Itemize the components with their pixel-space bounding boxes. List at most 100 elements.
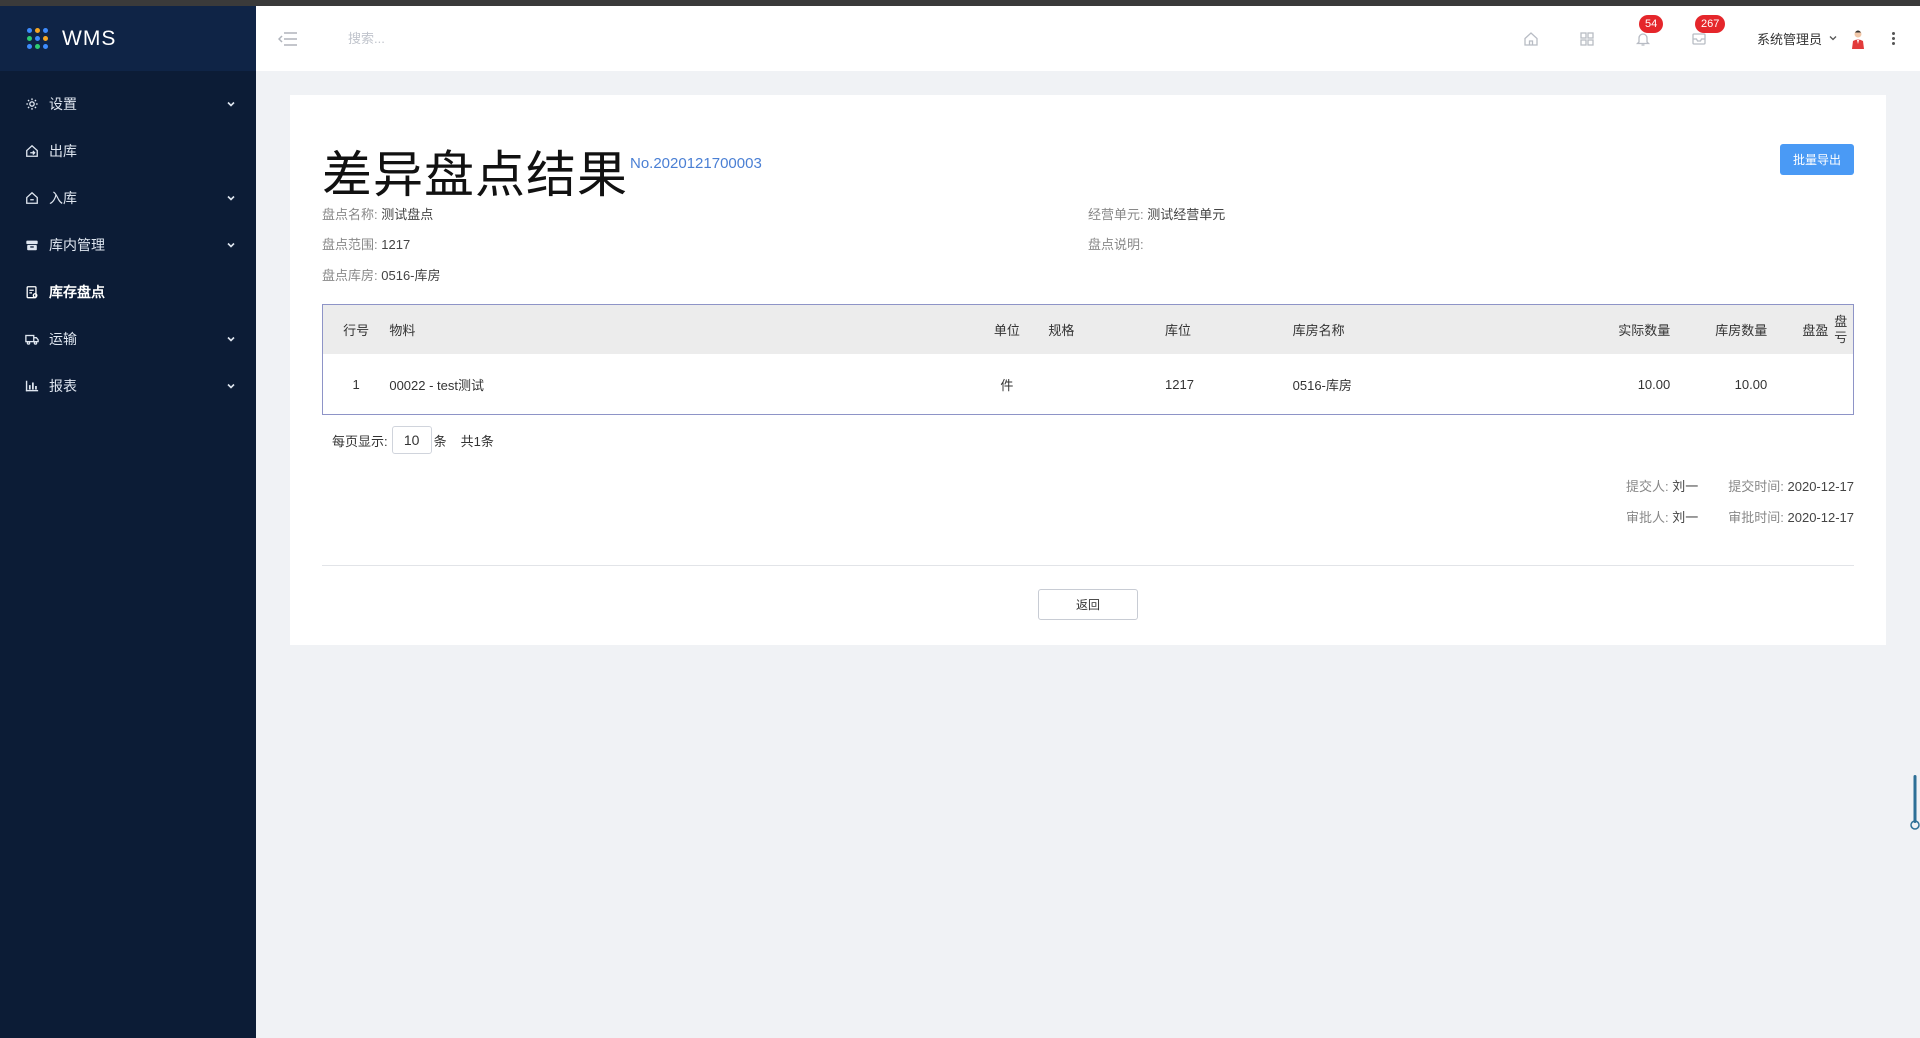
approve-info: 审批人: 刘一 审批时间: 2020-12-17 xyxy=(1596,507,1854,526)
sidebar-item-label: 报表 xyxy=(49,377,77,394)
col-header-location: 库位 xyxy=(1165,323,1192,338)
search-input[interactable] xyxy=(348,31,648,46)
chevron-down-icon xyxy=(226,96,236,112)
info-value: 测试经营单元 xyxy=(1147,207,1226,222)
page-size-unit: 条 xyxy=(433,433,447,449)
sidebar-item-stocktaking[interactable]: 库存盘点 xyxy=(0,268,256,315)
user-name: 系统管理员 xyxy=(1756,32,1822,47)
cell-material: 00022 - test测试 xyxy=(389,377,485,393)
approver: 审批人: 刘一 xyxy=(1626,507,1698,526)
message-icon[interactable]: 267 xyxy=(1689,14,1726,49)
page-size-input[interactable] xyxy=(391,426,432,454)
message-badge: 267 xyxy=(1694,14,1726,33)
divider xyxy=(322,565,1854,566)
cell-no: 1 xyxy=(352,376,360,392)
submit-info: 提交人: 刘一 提交时间: 2020-12-17 xyxy=(1596,476,1854,495)
truck-icon xyxy=(25,332,39,346)
meta-label: 审批时间: xyxy=(1728,510,1784,525)
sidebar-item-label: 出库 xyxy=(49,142,77,159)
user-menu[interactable]: 系统管理员 xyxy=(1757,29,1838,48)
avatar[interactable] xyxy=(1848,27,1868,51)
scroll-handle[interactable] xyxy=(1910,775,1920,830)
notification-badge: 54 xyxy=(1638,14,1664,33)
sidebar-item-inventory-management[interactable]: 库内管理 xyxy=(0,221,256,268)
info-label: 经营单元: xyxy=(1088,207,1144,222)
more-vertical-icon[interactable] xyxy=(1888,32,1898,45)
meta-value: 2020-12-17 xyxy=(1787,479,1855,494)
info-business-unit: 经营单元: 测试经营单元 xyxy=(1088,204,1225,223)
info-stocktaking-name: 盘点名称: 测试盘点 xyxy=(322,204,433,223)
sidebar-item-label: 入库 xyxy=(49,189,77,206)
total-count: 共1条 xyxy=(460,433,494,449)
cell-stock-qty: 10.00 xyxy=(1734,376,1768,392)
batch-export-button[interactable]: 批量导出 xyxy=(1780,144,1854,175)
sidebar-item-reports[interactable]: 报表 xyxy=(0,362,256,409)
col-header-actual-qty: 实际数量 xyxy=(1618,323,1671,338)
cell-unit: 件 xyxy=(1000,377,1014,393)
col-header-unit: 单位 xyxy=(993,323,1020,338)
stocktaking-result-card: 差异盘点结果 No.2020121700003 批量导出 盘点名称: 测试盘点 … xyxy=(290,95,1886,645)
chevron-down-icon xyxy=(226,378,236,394)
cell-profit xyxy=(1767,354,1828,414)
page-title: 差异盘点结果 xyxy=(322,147,628,203)
col-header-stock-qty: 库房数量 xyxy=(1715,323,1768,338)
col-header-loss: 盘亏 xyxy=(1834,313,1848,345)
chevron-down-icon xyxy=(226,237,236,253)
info-label: 盘点说明: xyxy=(1088,237,1144,252)
approve-time: 审批时间: 2020-12-17 xyxy=(1728,507,1854,526)
home-out-icon xyxy=(25,144,39,158)
page-size-label: 每页显示: xyxy=(332,433,388,449)
meta-label: 审批人: xyxy=(1625,510,1669,525)
cell-actual-qty: 10.00 xyxy=(1637,376,1671,392)
box-icon xyxy=(25,238,39,252)
cell-location: 1217 xyxy=(1165,376,1194,392)
sidebar-item-label: 运输 xyxy=(49,330,77,347)
chevron-down-icon xyxy=(1828,31,1838,46)
chevron-down-icon xyxy=(226,331,236,347)
meta-value: 刘一 xyxy=(1672,510,1699,525)
cell-loss xyxy=(1828,354,1853,414)
col-header-warehouse: 库房名称 xyxy=(1292,323,1345,338)
gear-icon xyxy=(25,97,39,111)
top-header: 54 267 系统管理员 xyxy=(256,6,1920,71)
table-header-row: 行号 物料 单位 规格 库位 库房名称 实际数量 库房数量 盘盈 盘亏 xyxy=(323,305,1853,354)
meta-label: 提交时间: xyxy=(1728,479,1784,494)
sidebar-item-label: 库存盘点 xyxy=(49,283,105,300)
bar-chart-icon xyxy=(25,379,39,393)
sidebar-item-outbound[interactable]: 出库 xyxy=(0,127,256,174)
sidebar-item-settings[interactable]: 设置 xyxy=(0,80,256,127)
col-header-spec: 规格 xyxy=(1048,323,1075,338)
info-value: 1217 xyxy=(381,237,411,252)
home-icon[interactable] xyxy=(1521,29,1541,49)
sidebar-menu: 设置 出库 入库 库内管理 库存盘点 运输 报表 xyxy=(0,71,256,409)
header-actions: 54 267 系统管理员 xyxy=(1485,6,1920,71)
pagination: 每页显示: 条 共1条 xyxy=(332,426,494,454)
back-button[interactable]: 返回 xyxy=(1038,589,1138,620)
chevron-down-icon xyxy=(226,190,236,206)
info-label: 盘点库房: xyxy=(322,268,378,283)
meta-value: 刘一 xyxy=(1672,479,1699,494)
submit-time: 提交时间: 2020-12-17 xyxy=(1728,476,1854,495)
result-table: 行号 物料 单位 规格 库位 库房名称 实际数量 库房数量 盘盈 盘亏 1 00… xyxy=(322,304,1854,415)
info-stocktaking-description: 盘点说明: xyxy=(1088,234,1144,253)
table-row: 1 00022 - test测试 件 1217 0516-库房 10.00 10… xyxy=(323,354,1853,414)
menu-collapse-icon[interactable] xyxy=(278,29,298,49)
info-label: 盘点范围: xyxy=(322,237,378,252)
info-stocktaking-warehouse: 盘点库房: 0516-库房 xyxy=(322,265,441,284)
cell-spec xyxy=(1032,354,1165,414)
order-number: No.2020121700003 xyxy=(630,155,762,172)
col-header-material: 物料 xyxy=(389,323,416,338)
sidebar-item-inbound[interactable]: 入库 xyxy=(0,174,256,221)
info-value: 测试盘点 xyxy=(381,207,434,222)
notification-bell-icon[interactable]: 54 xyxy=(1633,14,1664,49)
clipboard-icon xyxy=(25,285,39,299)
apps-icon[interactable] xyxy=(1577,29,1597,49)
cell-warehouse: 0516-库房 xyxy=(1292,377,1352,393)
apps-grid-icon xyxy=(27,28,48,49)
info-stocktaking-range: 盘点范围: 1217 xyxy=(322,234,410,253)
info-value: 0516-库房 xyxy=(381,268,441,283)
sidebar-item-transport[interactable]: 运输 xyxy=(0,315,256,362)
col-header-profit: 盘盈 xyxy=(1802,323,1829,338)
brand[interactable]: WMS xyxy=(0,6,256,71)
info-label: 盘点名称: xyxy=(322,207,378,222)
